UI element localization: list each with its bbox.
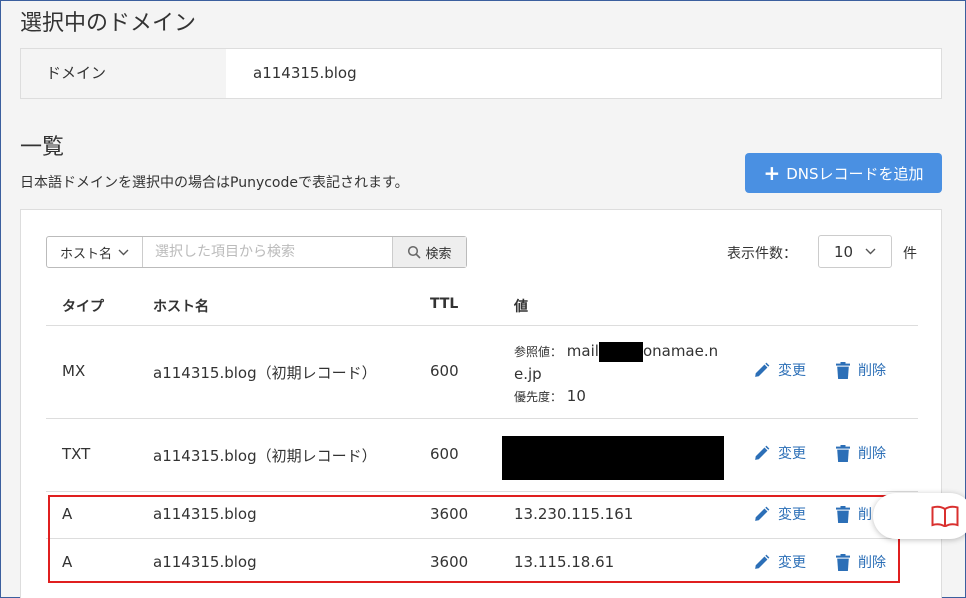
priority-label: 優先度： bbox=[514, 390, 563, 404]
header-divider bbox=[46, 325, 918, 326]
record-ttl: 3600 bbox=[430, 553, 469, 571]
row-divider bbox=[46, 491, 918, 492]
delete-button[interactable]: 削除 bbox=[836, 443, 886, 463]
record-host: a114315.blog bbox=[153, 553, 257, 571]
record-value: 13.115.18.61 bbox=[514, 553, 615, 571]
pencil-icon bbox=[755, 554, 770, 569]
domain-value: a114315.blog bbox=[253, 64, 357, 82]
search-icon bbox=[408, 245, 422, 259]
edit-button[interactable]: 変更 bbox=[753, 360, 806, 380]
pencil-icon bbox=[755, 506, 770, 521]
record-type: TXT bbox=[62, 445, 91, 463]
pencil-icon bbox=[755, 445, 770, 460]
selected-domain-title: 選択中のドメイン bbox=[20, 11, 197, 36]
edit-button[interactable]: 変更 bbox=[753, 504, 806, 524]
edit-label: 変更 bbox=[778, 363, 806, 379]
search-input[interactable] bbox=[143, 237, 392, 267]
add-dns-record-label: DNSレコードを追加 bbox=[786, 164, 924, 183]
record-type: MX bbox=[62, 362, 86, 380]
trash-icon bbox=[836, 505, 850, 523]
delete-button[interactable]: 削除 bbox=[836, 552, 886, 572]
search-button[interactable]: 検索 bbox=[392, 237, 466, 267]
search-bar: ホスト名 検索 bbox=[46, 236, 467, 268]
row-divider bbox=[46, 418, 918, 419]
page-size-select[interactable]: 10 bbox=[818, 235, 892, 268]
page-size-label: 表示件数： bbox=[727, 246, 797, 262]
column-header-host: ホスト名 bbox=[153, 299, 209, 315]
edit-button[interactable]: 変更 bbox=[753, 552, 806, 572]
edit-label: 変更 bbox=[778, 555, 806, 571]
trash-icon bbox=[836, 553, 850, 571]
list-title: 一覧 bbox=[20, 135, 65, 160]
domain-label: ドメイン bbox=[21, 49, 226, 98]
search-field-select[interactable]: ホスト名 bbox=[47, 237, 143, 267]
record-value: 13.230.115.161 bbox=[514, 505, 634, 523]
record-ttl: 600 bbox=[430, 362, 459, 380]
edit-label: 変更 bbox=[778, 446, 806, 462]
trash-icon bbox=[836, 444, 850, 462]
floating-guide-button[interactable] bbox=[873, 493, 966, 539]
priority-value: 10 bbox=[566, 387, 586, 405]
delete-label: 削 bbox=[858, 507, 872, 523]
trash-icon bbox=[836, 361, 850, 379]
punycode-note: 日本語ドメインを選択中の場合はPunycodeで表記されます。 bbox=[20, 175, 409, 191]
add-dns-record-button[interactable]: + DNSレコードを追加 bbox=[745, 153, 942, 193]
record-ttl: 3600 bbox=[430, 505, 469, 523]
record-host: a114315.blog（初期レコード） bbox=[153, 364, 377, 382]
search-button-label: 検索 bbox=[425, 246, 452, 262]
redacted-block bbox=[598, 341, 643, 362]
column-header-value: 値 bbox=[514, 299, 528, 315]
chevron-down-icon bbox=[865, 248, 876, 255]
page-size-value: 10 bbox=[833, 242, 854, 261]
delete-label: 削除 bbox=[858, 446, 886, 462]
record-type: A bbox=[62, 505, 73, 523]
domain-info-box: ドメイン a114315.blog bbox=[20, 48, 942, 99]
column-header-ttl: TTL bbox=[430, 296, 459, 312]
record-ttl: 600 bbox=[430, 445, 459, 463]
reference-value-line2: e.jp bbox=[514, 365, 542, 383]
record-type: A bbox=[62, 553, 73, 571]
row-divider bbox=[46, 538, 918, 539]
redacted-txt-value bbox=[502, 436, 724, 480]
delete-button[interactable]: 削 bbox=[836, 504, 872, 524]
reference-value-label: 参照値： bbox=[514, 345, 563, 359]
page-size-unit: 件 bbox=[903, 246, 917, 262]
delete-button[interactable]: 削除 bbox=[836, 360, 886, 380]
edit-label: 変更 bbox=[778, 507, 806, 523]
delete-label: 削除 bbox=[858, 555, 886, 571]
book-icon bbox=[931, 505, 959, 527]
chevron-down-icon bbox=[118, 249, 129, 255]
record-value: 参照値： mail onamae.n e.jp 優先度： 10 bbox=[514, 340, 718, 408]
search-field-select-label: ホスト名 bbox=[59, 246, 112, 262]
column-header-type: タイプ bbox=[62, 299, 104, 315]
plus-icon: + bbox=[763, 161, 781, 185]
edit-button[interactable]: 変更 bbox=[753, 443, 806, 463]
reference-value-suffix: onamae.n bbox=[642, 342, 719, 360]
delete-label: 削除 bbox=[858, 363, 886, 379]
pencil-icon bbox=[755, 362, 770, 377]
record-host: a114315.blog（初期レコード） bbox=[153, 447, 377, 465]
dns-records-panel: ホスト名 検索 表示件数： 10 件 タイプ ホスト名 TTL 値 MX a11… bbox=[20, 209, 942, 598]
reference-value-prefix: mail bbox=[566, 342, 599, 360]
record-host: a114315.blog bbox=[153, 505, 257, 523]
